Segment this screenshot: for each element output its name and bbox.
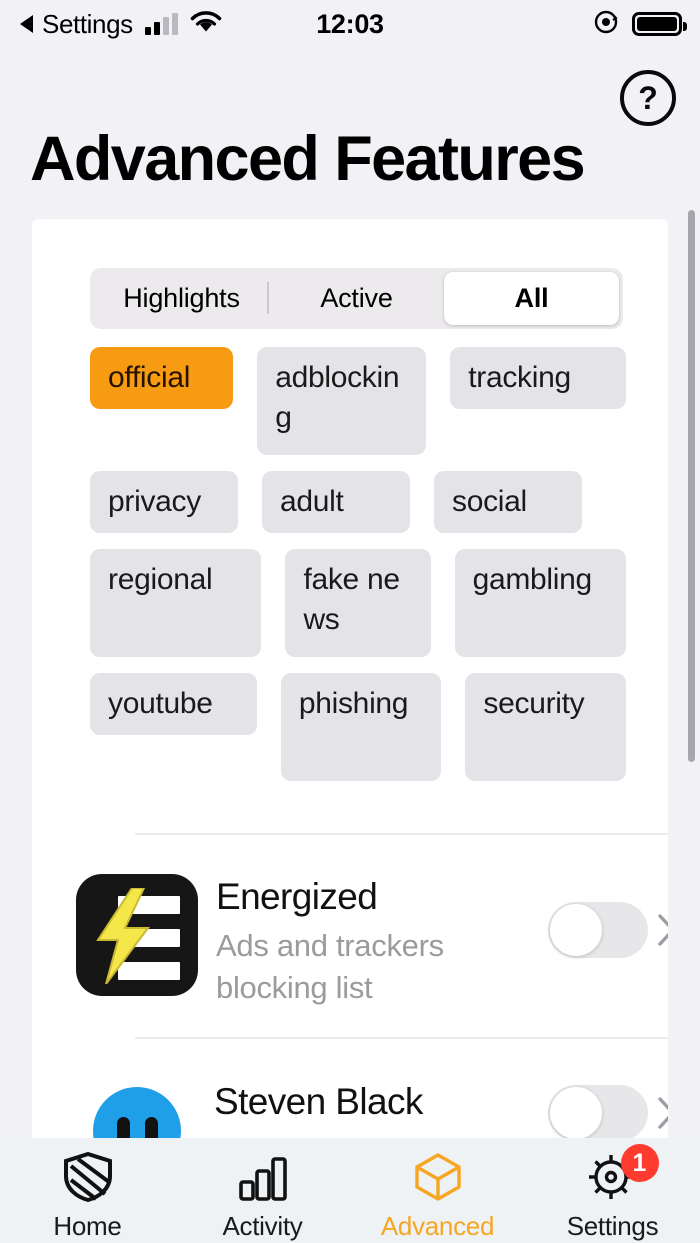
list-item-subtitle: Ads and trackers blocking list [216,925,546,1011]
tag-official[interactable]: official [90,347,233,409]
tag-gambling[interactable]: gambling [455,549,626,657]
segment-highlights[interactable]: Highlights [94,272,269,325]
tag-row: official adblocking tracking [90,347,650,455]
segment-active[interactable]: Active [269,272,444,325]
gear-icon: 1 [587,1152,639,1202]
segment-all[interactable]: All [444,272,619,325]
tab-label: Activity [223,1211,303,1242]
tag-regional[interactable]: regional [90,549,261,657]
tab-activity[interactable]: Activity [175,1152,350,1242]
tab-label: Advanced [381,1211,494,1242]
lightning-bolt-icon [92,888,154,984]
tag-row: youtube phishing security [90,673,650,781]
list-divider [135,1037,668,1039]
tag-adblocking[interactable]: adblocking [257,347,426,455]
content-card: Highlights Active All official adblockin… [32,219,668,1145]
tag-fake-news[interactable]: fake news [285,549,430,657]
tag-filter-list: official adblocking tracking privacy adu… [90,347,650,797]
steven-black-toggle[interactable] [548,1085,648,1141]
vertical-scrollbar[interactable] [688,210,695,762]
toggle-wrapper [548,902,668,962]
list-item-steven-black[interactable]: Steven Black [76,1079,668,1145]
tag-row: privacy adult social [90,471,650,533]
tab-bar: Home Activity Advanced [0,1138,700,1243]
page-title: Advanced Features [30,123,584,195]
list-item-title: Steven Black [214,1081,548,1124]
battery-full-icon [632,12,682,36]
app-screen: Settings 12:03 [0,0,700,1243]
list-divider [135,833,668,835]
status-bar-right [593,0,682,48]
tag-tracking[interactable]: tracking [450,347,626,409]
tag-privacy[interactable]: privacy [90,471,238,533]
tag-social[interactable]: social [434,471,582,533]
toggle-wrapper [548,1085,668,1145]
tag-security[interactable]: security [465,673,626,781]
tab-home[interactable]: Home [0,1152,175,1242]
help-button[interactable]: ? [620,70,676,126]
steven-black-avatar-icon [93,1087,181,1145]
list-item-title: Energized [216,876,548,919]
question-mark-icon: ? [638,82,658,114]
tag-phishing[interactable]: phishing [281,673,442,781]
status-badge: 1 [621,1144,659,1182]
tag-row: regional fake news gambling [90,549,650,657]
tab-label: Settings [567,1211,659,1242]
status-bar: Settings 12:03 [0,0,700,48]
list-item-text: Steven Black [214,1079,548,1124]
tab-advanced[interactable]: Advanced [350,1152,525,1242]
list-item-energized[interactable]: Energized Ads and trackers blocking list [76,874,668,1010]
shield-icon [62,1152,114,1202]
tag-adult[interactable]: adult [262,471,410,533]
tab-label: Home [53,1211,121,1242]
energized-logo-icon [76,874,198,996]
list-item-text: Energized Ads and trackers blocking list [216,874,548,1010]
chevron-right-icon[interactable] [658,1097,668,1129]
cube-icon [412,1152,464,1202]
energized-toggle[interactable] [548,902,648,958]
filter-segmented-control[interactable]: Highlights Active All [90,268,623,329]
toggle-knob [550,904,602,956]
toggle-knob [550,1087,602,1139]
chevron-right-icon[interactable] [658,914,668,946]
tab-settings[interactable]: 1 Settings [525,1152,700,1242]
rotation-lock-icon [593,9,619,40]
bar-chart-icon [237,1152,289,1202]
tag-youtube[interactable]: youtube [90,673,257,735]
